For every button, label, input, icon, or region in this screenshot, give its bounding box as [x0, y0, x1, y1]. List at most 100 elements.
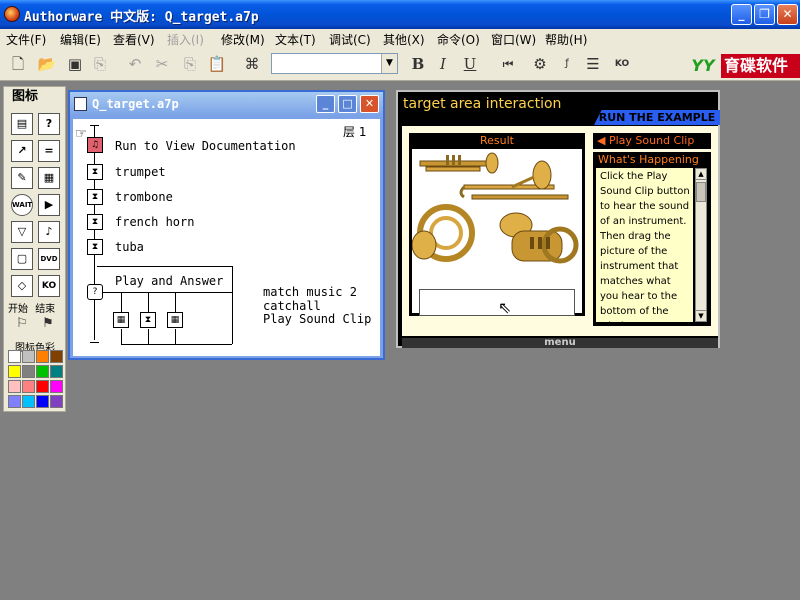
flow-item-trumpet[interactable]: trumpet: [115, 165, 166, 179]
chevron-down-icon[interactable]: ▼: [381, 54, 397, 73]
calculation-icon[interactable]: ⧗: [87, 239, 103, 255]
menu-modify[interactable]: 修改(M): [221, 31, 265, 48]
start-flag-icon[interactable]: ⚐: [12, 314, 32, 334]
flow-item-run-documentation[interactable]: Run to View Documentation: [115, 139, 296, 153]
scroll-thumb[interactable]: [696, 182, 706, 202]
paste-icon[interactable]: 📋: [207, 54, 227, 74]
menu-window[interactable]: 窗口(W): [491, 31, 536, 48]
interaction-icon[interactable]: ?: [38, 113, 60, 135]
open-file-icon[interactable]: 📂: [37, 54, 57, 74]
knowledge-object-icon[interactable]: KO: [38, 275, 60, 297]
flowline-title-bar[interactable]: Q_target.a7p: [70, 92, 383, 116]
play-sound-clip-button[interactable]: ◀ Play Sound Clip: [593, 133, 711, 149]
menu-text[interactable]: 文本(T): [275, 31, 316, 48]
display-icon[interactable]: ▤: [11, 113, 33, 135]
navigate-icon[interactable]: ▽: [11, 221, 33, 243]
drop-target-area[interactable]: [419, 289, 575, 316]
calculation-icon[interactable]: ⧗: [87, 189, 103, 205]
find-icon[interactable]: ⌘: [242, 54, 262, 74]
calculation-icon[interactable]: =: [38, 140, 60, 162]
map-icon[interactable]: ▦: [113, 312, 129, 328]
sound-icon[interactable]: ♫: [87, 137, 103, 153]
color-swatch[interactable]: [22, 395, 35, 408]
flowline-minimize-button[interactable]: _: [316, 95, 335, 113]
map-icon[interactable]: ▦: [38, 167, 60, 189]
flow-item-trombone[interactable]: trombone: [115, 190, 173, 204]
color-swatch[interactable]: [36, 395, 49, 408]
italic-button[interactable]: I: [433, 54, 453, 74]
underline-button[interactable]: U: [460, 54, 480, 74]
end-flag-icon[interactable]: ⚑: [38, 314, 58, 334]
flow-item-tuba[interactable]: tuba: [115, 240, 144, 254]
copy-icon[interactable]: ⎘: [180, 54, 200, 74]
menu-debug[interactable]: 调试(C): [329, 31, 371, 48]
map-icon[interactable]: ▦: [167, 312, 183, 328]
save-all-icon[interactable]: ▣: [65, 54, 85, 74]
framework-icon[interactable]: ▢: [11, 248, 33, 270]
color-swatch[interactable]: [50, 380, 63, 393]
color-swatch[interactable]: [8, 365, 21, 378]
calculation-icon[interactable]: ⧗: [87, 214, 103, 230]
video-icon[interactable]: DVD: [38, 248, 60, 270]
color-swatch[interactable]: [36, 365, 49, 378]
tuba-image[interactable]: [499, 212, 579, 264]
scroll-up-icon[interactable]: ▲: [696, 169, 706, 180]
flowline-close-button[interactable]: ✕: [360, 95, 379, 113]
wait-icon[interactable]: WAIT: [11, 194, 33, 216]
interaction-icon[interactable]: ?: [87, 284, 103, 300]
new-file-icon[interactable]: 🗋: [8, 54, 28, 74]
undo-icon[interactable]: ↶: [125, 54, 145, 74]
color-swatch[interactable]: [36, 380, 49, 393]
menu-xtras[interactable]: 其他(X): [383, 31, 425, 48]
color-swatch[interactable]: [8, 380, 21, 393]
color-swatch[interactable]: [8, 350, 21, 363]
color-swatch[interactable]: [22, 350, 35, 363]
authorware-app-icon[interactable]: [4, 6, 20, 22]
erase-icon[interactable]: ✎: [11, 167, 33, 189]
color-swatch[interactable]: [50, 395, 63, 408]
trumpet-image[interactable]: [419, 152, 499, 174]
menu-edit[interactable]: 编辑(E): [60, 31, 101, 48]
color-swatch[interactable]: [22, 365, 35, 378]
knowledge-objects-icon[interactable]: KO: [612, 54, 632, 74]
calculation-icon[interactable]: ⧗: [87, 164, 103, 180]
color-swatch[interactable]: [50, 365, 63, 378]
sound-icon[interactable]: ♪: [38, 221, 60, 243]
cut-icon[interactable]: ✂: [152, 54, 172, 74]
flowline-canvas[interactable]: 层 1 ☞ ♫ Run to View Documentation ⧗ trum…: [73, 119, 380, 356]
color-swatch[interactable]: [8, 395, 21, 408]
response-match-music[interactable]: match music 2: [263, 285, 357, 299]
response-catchall[interactable]: catchall: [263, 299, 321, 313]
menu-view[interactable]: 查看(V): [113, 31, 155, 48]
menu-commands[interactable]: 命令(O): [437, 31, 480, 48]
run-example-tab[interactable]: RUN THE EXAMPLE: [594, 110, 720, 125]
motion-icon[interactable]: ↗: [11, 140, 33, 162]
digital-movie-icon[interactable]: ▶: [38, 194, 60, 216]
color-swatch[interactable]: [22, 380, 35, 393]
minimize-button[interactable]: _: [731, 4, 752, 25]
variables-icon[interactable]: ☰: [583, 54, 603, 74]
interaction-label[interactable]: Play and Answer: [115, 274, 223, 288]
restart-icon[interactable]: ⏮: [498, 54, 518, 74]
calculation-icon[interactable]: ⧗: [140, 312, 156, 328]
response-play-sound-clip[interactable]: Play Sound Clip: [263, 312, 371, 326]
presentation-menu-button[interactable]: menu: [402, 338, 718, 348]
whats-happening-scrollbar[interactable]: ▲ ▼: [695, 168, 707, 322]
flowline-maximize-button[interactable]: □: [338, 95, 357, 113]
restore-button[interactable]: ❐: [754, 4, 775, 25]
functions-icon[interactable]: ƒ: [557, 54, 577, 74]
color-swatch[interactable]: [36, 350, 49, 363]
control-panel-icon[interactable]: ⚙: [530, 54, 550, 74]
bold-button[interactable]: B: [408, 54, 428, 74]
menu-file[interactable]: 文件(F): [6, 31, 46, 48]
color-swatch[interactable]: [50, 350, 63, 363]
flow-item-french-horn[interactable]: french horn: [115, 215, 194, 229]
import-icon[interactable]: ⎘: [90, 54, 110, 74]
close-button[interactable]: ✕: [777, 4, 798, 25]
menu-help[interactable]: 帮助(H): [545, 31, 587, 48]
decision-icon[interactable]: ◇: [11, 275, 33, 297]
french-horn-image[interactable]: [411, 204, 475, 262]
menu-insert[interactable]: 插入(I): [167, 31, 204, 48]
scroll-down-icon[interactable]: ▼: [696, 310, 706, 321]
text-style-select[interactable]: ▼: [271, 53, 398, 74]
